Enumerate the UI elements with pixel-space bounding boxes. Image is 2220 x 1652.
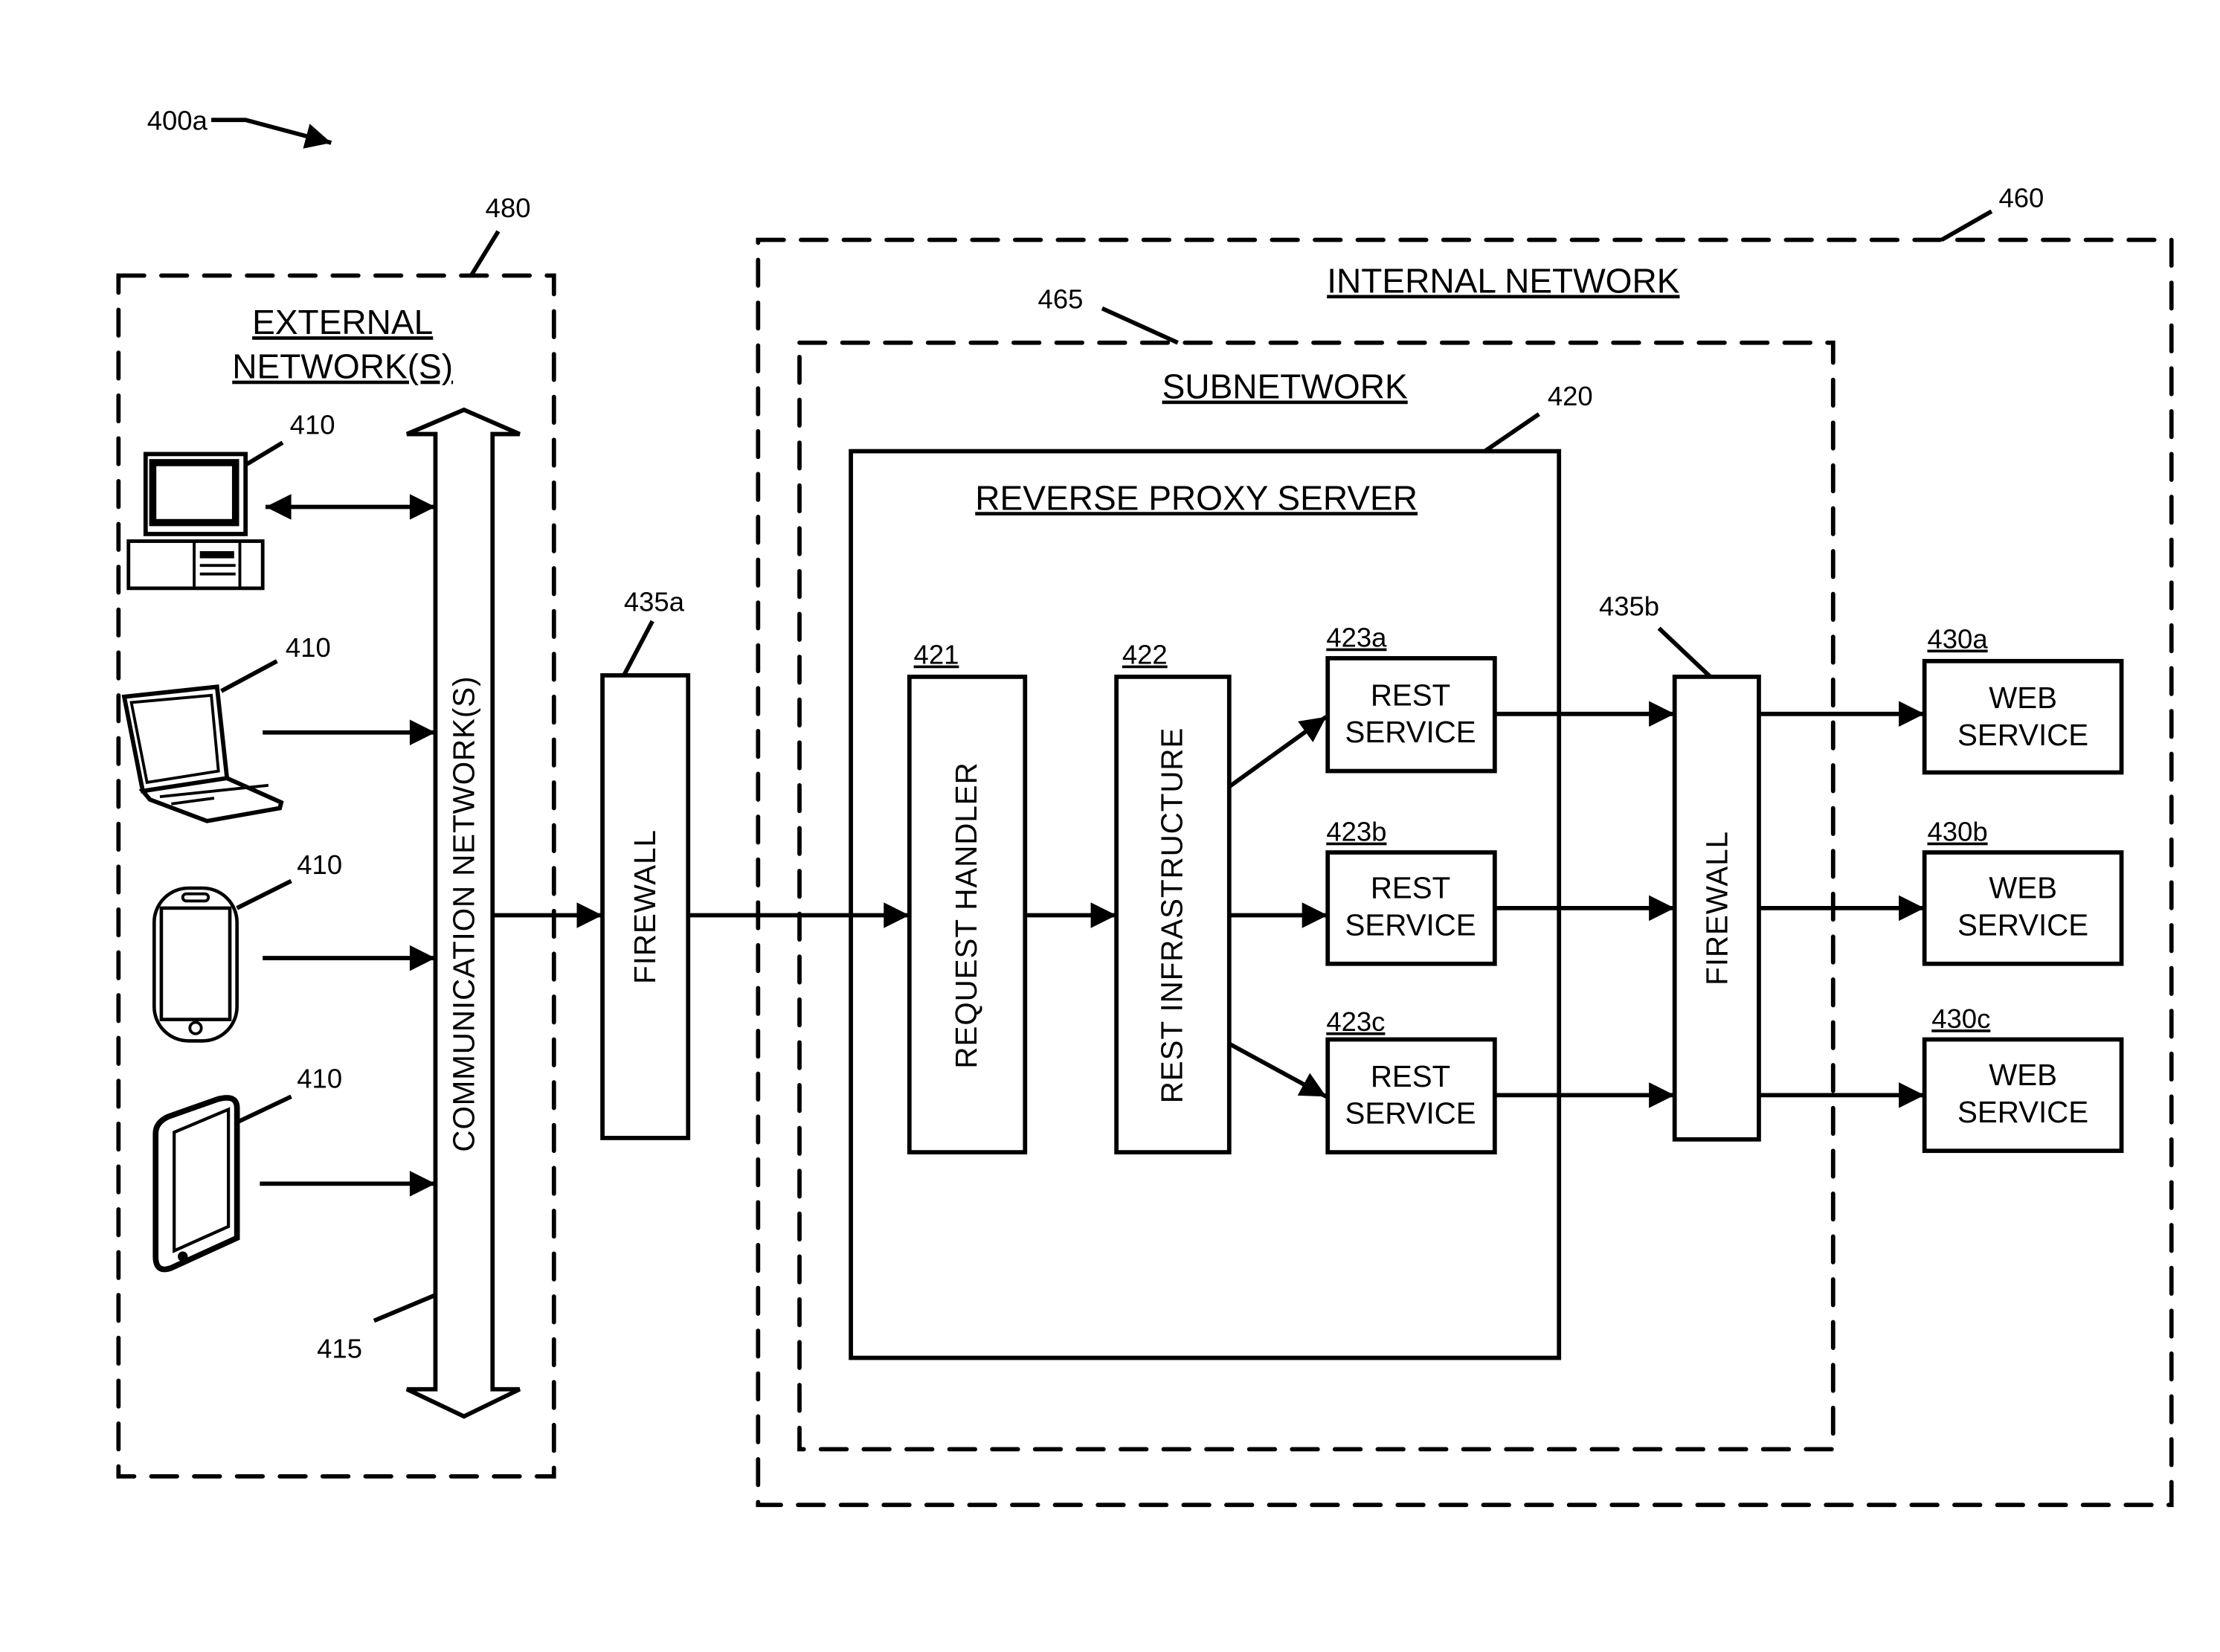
request-handler-label: REQUEST HANDLER xyxy=(950,762,983,1068)
subnetwork-leader xyxy=(1101,306,1179,345)
web-service-c-line2: SERVICE xyxy=(1957,1096,2088,1129)
communication-network-label: COMMUNICATION NETWORK(S) xyxy=(447,675,480,1151)
rest-service-b-line2: SERVICE xyxy=(1345,908,1476,942)
request-handler-ref: 421 xyxy=(914,640,959,670)
figure-ref-label: 400a xyxy=(147,106,208,136)
web-service-b-line1: WEB xyxy=(1989,871,2057,904)
rest-service-c-ref: 423c xyxy=(1326,1006,1385,1037)
firewall-b-label: FIREWALL xyxy=(1701,831,1734,986)
external-network-region: 480 EXTERNAL NETWORK(S) COMMUNICATION NE… xyxy=(116,193,556,1479)
smartphone-icon xyxy=(152,886,239,1043)
web-service-b: WEB SERVICE 430b xyxy=(1922,817,2124,966)
external-network-title-line2: NETWORK(S) xyxy=(232,347,453,386)
laptop-icon xyxy=(121,684,284,823)
tablet-leader xyxy=(236,1094,292,1125)
reverse-proxy-leader xyxy=(1483,412,1540,453)
desktop-ref: 410 xyxy=(290,410,335,440)
firewall-b-ref: 435b xyxy=(1599,591,1659,621)
desktop-leader xyxy=(245,440,284,466)
firewall-b-leader xyxy=(1657,626,1712,678)
web-service-c: WEB SERVICE 430c xyxy=(1922,1003,2124,1154)
reverse-proxy-ref: 420 xyxy=(1548,381,1593,411)
internal-network-leader xyxy=(1940,209,1993,242)
rest-service-c-line2: SERVICE xyxy=(1345,1097,1476,1131)
subnetwork-ref: 465 xyxy=(1038,284,1084,315)
communication-network-ref: 415 xyxy=(317,1334,362,1364)
figure-reference: 400a xyxy=(147,106,332,149)
laptop-ref: 410 xyxy=(286,632,331,663)
external-network-ref: 480 xyxy=(486,193,531,223)
smartphone-leader xyxy=(236,878,292,910)
web-service-a-line2: SERVICE xyxy=(1957,719,2088,752)
rest-service-a-box xyxy=(1325,656,1497,774)
smartphone-ref: 410 xyxy=(297,849,342,880)
desktop-computer-device: 410 xyxy=(126,410,436,591)
firewall-a: FIREWALL 435a xyxy=(600,587,691,1140)
figure-ref-arrow xyxy=(211,118,332,149)
request-handler: REQUEST HANDLER 421 xyxy=(907,640,1028,1155)
internal-network-region: 460 INTERNAL NETWORK 465 SUBNETWORK 420 … xyxy=(756,182,2174,1508)
rest-service-b-ref: 423b xyxy=(1326,817,1386,847)
rest-service-a-line1: REST xyxy=(1371,678,1450,712)
reverse-proxy-diagram: 400a 480 EXTERNAL NETWORK(S) COMMUNICATI… xyxy=(116,106,2174,1508)
firewall-b: FIREWALL 435b xyxy=(1599,591,1761,1142)
web-service-c-line1: WEB xyxy=(1989,1058,2057,1092)
rest-service-b-line1: REST xyxy=(1371,871,1450,904)
internal-network-ref: 460 xyxy=(1998,182,2044,213)
web-service-b-line2: SERVICE xyxy=(1957,908,2088,942)
external-network-leader xyxy=(469,230,501,277)
external-network-title-line1: EXTERNAL xyxy=(252,303,433,341)
firewall-a-label: FIREWALL xyxy=(628,829,662,984)
smartphone-device: 410 xyxy=(152,849,436,1043)
subnetwork-title: SUBNETWORK xyxy=(1162,367,1408,406)
laptop-leader xyxy=(220,659,278,693)
web-service-b-ref: 430b xyxy=(1927,817,1987,847)
firewall-a-ref: 435a xyxy=(624,587,685,617)
rest-service-c-line1: REST xyxy=(1371,1060,1450,1093)
rest-service-a-line2: SERVICE xyxy=(1345,716,1476,749)
web-service-a-line1: WEB xyxy=(1989,681,2057,715)
laptop-device: 410 xyxy=(121,632,436,823)
rest-infrastructure-label: REST INFRASTRUCTURE xyxy=(1155,727,1188,1104)
communication-network: COMMUNICATION NETWORK(S) 415 xyxy=(317,407,521,1419)
firewall-a-leader xyxy=(622,620,654,677)
reverse-proxy-server: 420 REVERSE PROXY SERVER REQUEST HANDLER… xyxy=(849,381,1593,1360)
tablet-device: 410 xyxy=(152,1064,436,1273)
rest-service-c-box xyxy=(1325,1037,1497,1155)
reverse-proxy-title: REVERSE PROXY SERVER xyxy=(975,478,1418,517)
web-service-a-box xyxy=(1922,658,2124,775)
communication-network-leader xyxy=(373,1293,437,1323)
rest-infrastructure-ref: 422 xyxy=(1122,640,1168,670)
rest-infrastructure: REST INFRASTRUCTURE 422 xyxy=(1114,640,1232,1155)
rest-service-a-ref: 423a xyxy=(1326,623,1387,653)
web-service-a-ref: 430a xyxy=(1927,624,1988,655)
desktop-computer-icon xyxy=(126,451,265,591)
web-service-c-ref: 430c xyxy=(1931,1003,1990,1034)
web-service-a: WEB SERVICE 430a xyxy=(1922,624,2124,775)
tablet-ref: 410 xyxy=(297,1064,342,1094)
tablet-icon xyxy=(152,1095,240,1273)
internal-network-title: INTERNAL NETWORK xyxy=(1327,262,1680,300)
